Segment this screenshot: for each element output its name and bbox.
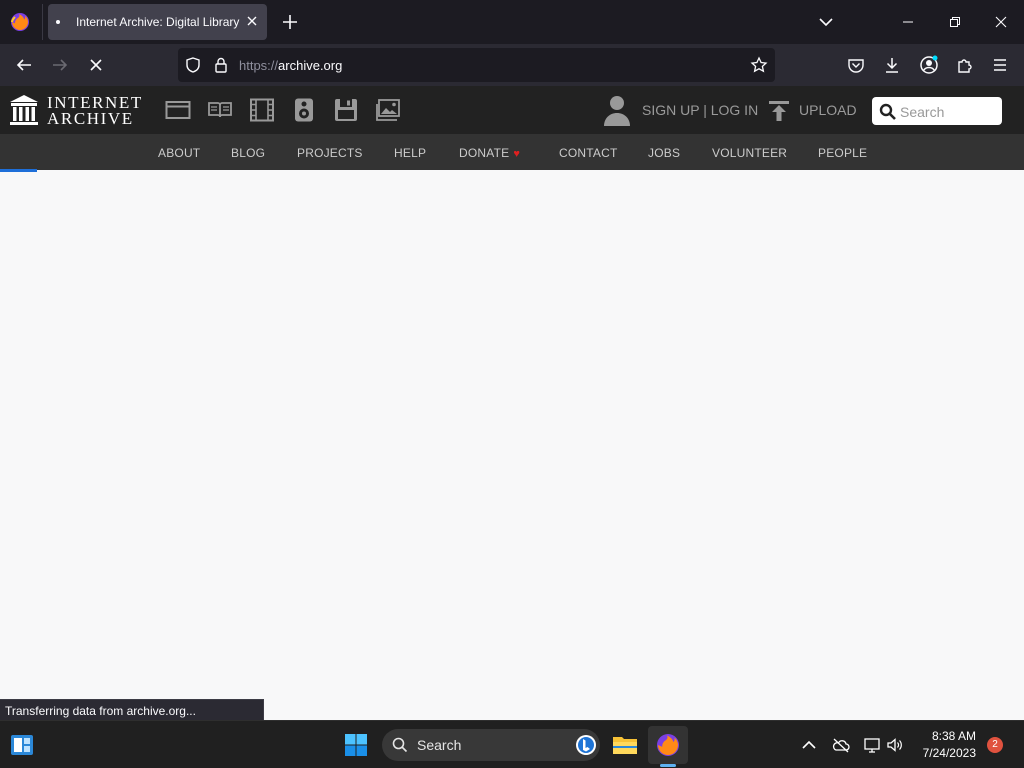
bookmark-star-icon[interactable] xyxy=(750,56,768,74)
audio-icon[interactable] xyxy=(291,98,317,122)
tab-internet-archive[interactable]: Internet Archive: Digital Library xyxy=(48,4,267,40)
page-loading-progress-bar xyxy=(0,169,37,172)
windows-start-icon[interactable] xyxy=(343,732,369,758)
search-icon xyxy=(392,737,408,753)
video-icon[interactable] xyxy=(249,98,275,122)
taskbar-clock-time[interactable]: 8:38 AM xyxy=(920,729,976,743)
ia-secondary-nav: ABOUT BLOG PROJECTS HELP DONATE ♥ CONTACT… xyxy=(0,134,1024,170)
upload-link[interactable]: UPLOAD xyxy=(799,102,857,118)
nav-help[interactable]: HELP xyxy=(394,146,426,160)
nav-contact[interactable]: CONTACT xyxy=(559,146,618,160)
taskbar-search-box[interactable]: Search xyxy=(382,729,600,761)
tab-close-icon[interactable] xyxy=(244,13,260,29)
window-close-button[interactable] xyxy=(978,0,1024,44)
nav-jobs[interactable]: JOBS xyxy=(648,146,680,160)
tab-title: Internet Archive: Digital Library xyxy=(76,15,240,29)
network-icon[interactable] xyxy=(863,736,881,754)
browser-status-panel: Transferring data from archive.org... xyxy=(0,699,264,721)
forward-arrow-icon xyxy=(53,59,68,71)
ia-top-header: INTERNET ARCHIVE SIGN UP | LOG IN UPLOAD… xyxy=(0,86,1024,134)
nav-volunteer[interactable]: VOLUNTEER xyxy=(712,146,787,160)
file-explorer-icon[interactable] xyxy=(612,732,638,758)
firefox-menu-icon[interactable] xyxy=(9,11,31,33)
extensions-button[interactable] xyxy=(954,54,976,76)
browser-tab-bar: Internet Archive: Digital Library xyxy=(0,0,1024,44)
taskbar-clock-date[interactable]: 7/24/2023 xyxy=(916,746,976,760)
pocket-button[interactable] xyxy=(845,54,867,76)
volume-icon[interactable] xyxy=(886,736,904,754)
account-icon xyxy=(920,55,938,74)
stop-x-icon xyxy=(90,59,102,71)
bing-icon[interactable] xyxy=(575,734,597,756)
download-icon xyxy=(886,58,898,73)
pocket-icon xyxy=(848,59,864,73)
list-all-tabs-chevron-icon[interactable] xyxy=(816,12,836,32)
widgets-icon[interactable] xyxy=(9,732,35,758)
nav-blog[interactable]: BLOG xyxy=(231,146,265,160)
images-icon[interactable] xyxy=(375,98,401,122)
ia-logo-text: INTERNET ARCHIVE xyxy=(47,94,143,128)
nav-donate[interactable]: DONATE ♥ xyxy=(459,146,520,160)
app-menu-button[interactable] xyxy=(989,54,1011,76)
firefox-icon[interactable] xyxy=(655,732,681,758)
tab-loading-indicator-icon xyxy=(56,20,60,24)
nav-donate-label: DONATE xyxy=(459,146,510,160)
tab-separator xyxy=(42,4,43,40)
show-hidden-icons-chevron-icon[interactable] xyxy=(800,736,818,754)
browser-nav-bar: https://archive.org xyxy=(0,44,1024,86)
nav-projects[interactable]: PROJECTS xyxy=(297,146,363,160)
window-restore-button[interactable] xyxy=(932,0,978,44)
account-button[interactable] xyxy=(918,54,940,76)
sign-up-log-in-link[interactable]: SIGN UP | LOG IN xyxy=(642,102,758,118)
puzzle-piece-icon xyxy=(958,59,972,73)
upload-arrow-icon[interactable] xyxy=(768,100,790,122)
downloads-button[interactable] xyxy=(881,54,903,76)
user-avatar-icon[interactable] xyxy=(602,94,632,126)
url-text[interactable]: https://archive.org xyxy=(239,58,342,73)
status-text: Transferring data from archive.org... xyxy=(5,704,196,718)
minimize-icon xyxy=(903,21,913,23)
lock-icon[interactable] xyxy=(212,56,230,74)
search-icon[interactable] xyxy=(879,103,897,121)
notification-badge[interactable]: 2 xyxy=(987,737,1003,753)
heart-icon: ♥ xyxy=(513,148,521,160)
taskbar-search-label: Search xyxy=(417,737,462,753)
web-icon[interactable] xyxy=(165,98,191,122)
archive-building-logo-icon xyxy=(10,95,38,125)
ia-search-input[interactable]: Search xyxy=(872,97,1002,125)
url-host: archive.org xyxy=(278,58,343,73)
hamburger-menu-icon xyxy=(994,59,1006,71)
close-icon xyxy=(995,16,1007,28)
tracking-protection-shield-icon[interactable] xyxy=(184,56,202,74)
onedrive-offline-icon[interactable] xyxy=(832,736,850,754)
stop-loading-button[interactable] xyxy=(85,54,107,76)
forward-button[interactable] xyxy=(49,54,71,76)
new-tab-plus-icon[interactable] xyxy=(280,12,300,32)
restore-icon xyxy=(950,17,960,27)
active-app-indicator xyxy=(660,764,676,767)
back-arrow-icon xyxy=(16,59,31,71)
windows-taskbar: Search 8:38 AM 7/24/2023 2 xyxy=(0,720,1024,768)
logo-line-archive: ARCHIVE xyxy=(47,109,134,128)
texts-icon[interactable] xyxy=(207,98,233,122)
url-scheme: https:// xyxy=(239,58,279,73)
nav-about[interactable]: ABOUT xyxy=(158,146,200,160)
nav-people[interactable]: PEOPLE xyxy=(818,146,867,160)
search-placeholder: Search xyxy=(900,104,945,120)
address-bar[interactable]: https://archive.org xyxy=(178,48,775,82)
ia-logo-link[interactable]: INTERNET ARCHIVE xyxy=(9,94,145,128)
window-minimize-button[interactable] xyxy=(885,0,931,44)
software-icon[interactable] xyxy=(333,98,359,122)
back-button[interactable] xyxy=(13,54,35,76)
